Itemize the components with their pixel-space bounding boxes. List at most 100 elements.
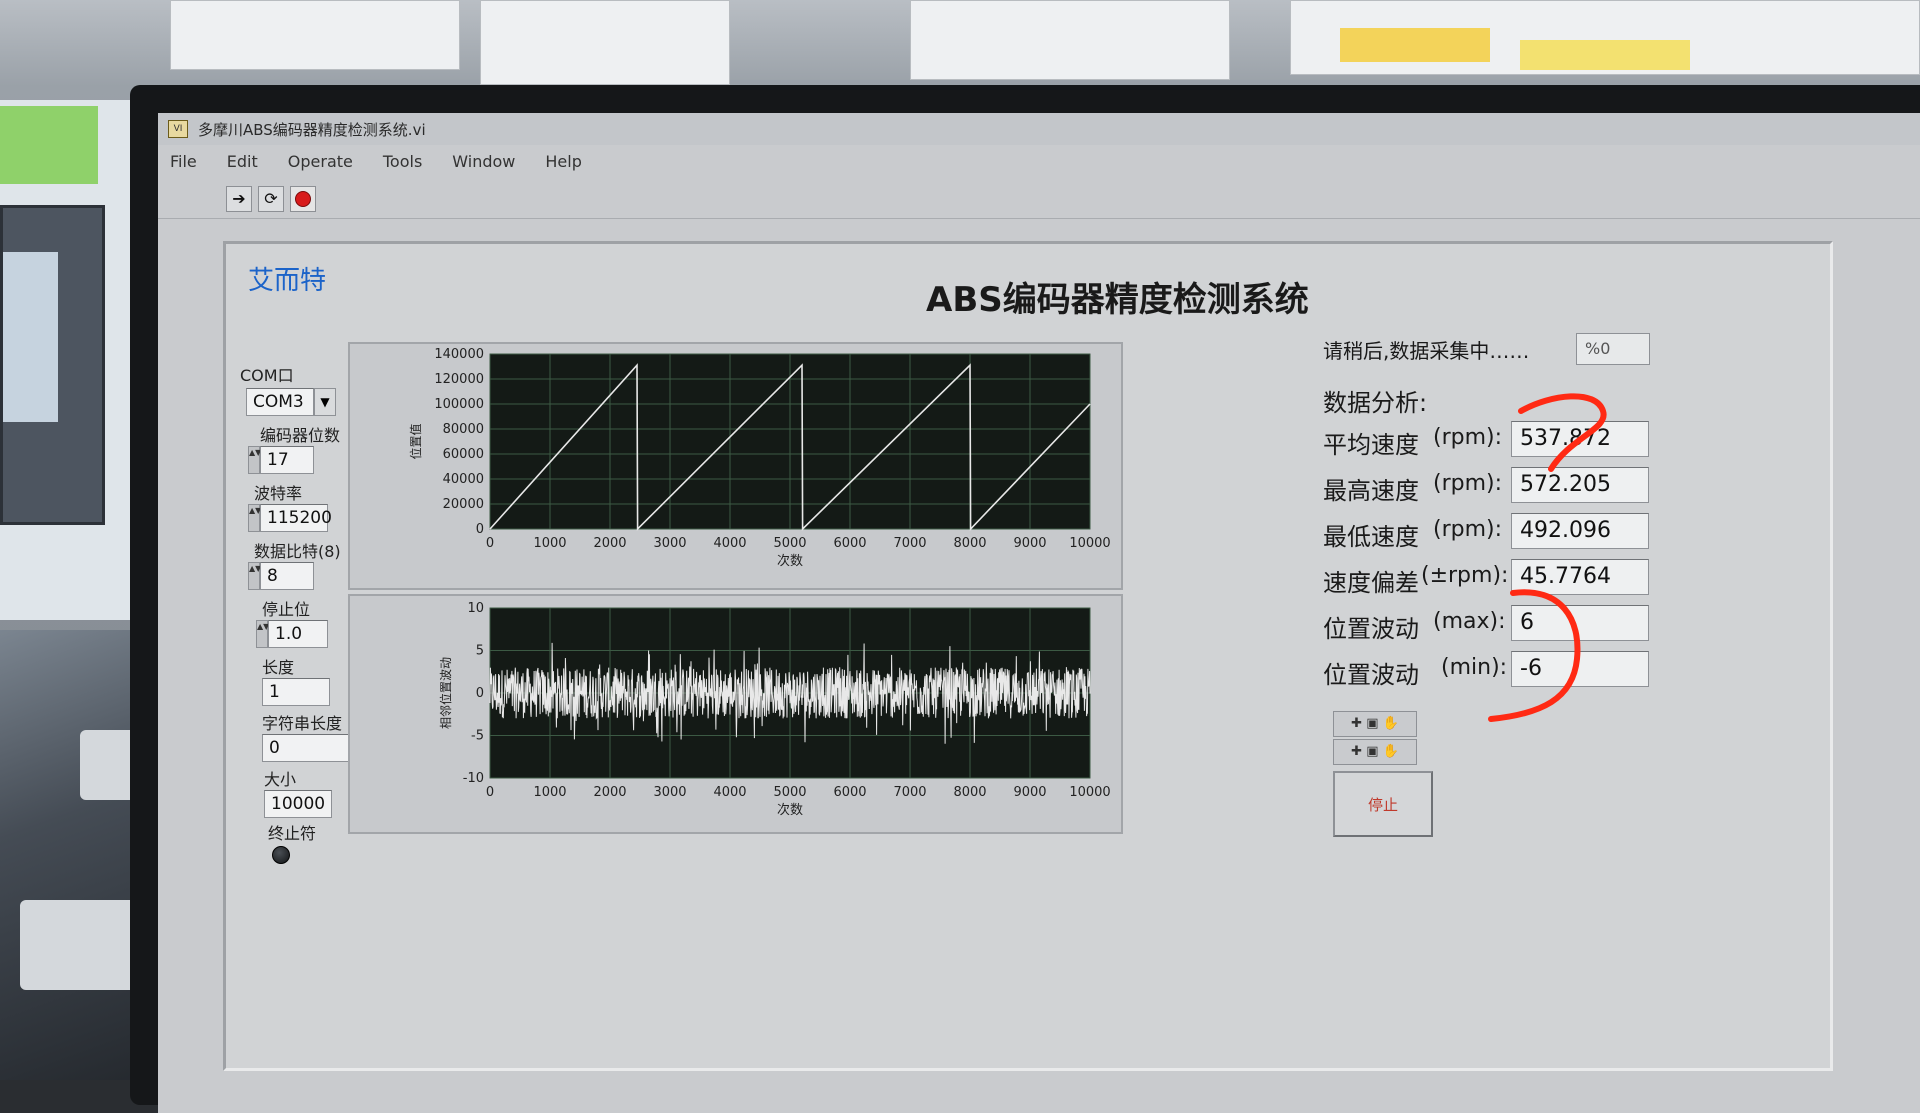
x-tick-label: 8000 (953, 536, 986, 551)
pos-max-unit: (max): (1433, 609, 1506, 634)
analysis-heading: 数据分析: (1323, 389, 1428, 417)
x-tick-label: 6000 (833, 785, 866, 800)
length-field[interactable]: 1 (262, 678, 330, 706)
y-tick-label: 0 (476, 522, 484, 537)
abort-icon[interactable] (290, 185, 316, 212)
labview-window: VI 多摩川ABS编码器精度检测系统.vi File Edit Operate … (158, 113, 1920, 1113)
wall-paper-sheet (910, 0, 1230, 80)
sticky-note (1340, 28, 1490, 62)
max-speed-unit: (rpm): (1433, 471, 1503, 496)
min-speed-value: 492.096 (1511, 513, 1649, 549)
x-tick-label: 7000 (893, 536, 926, 551)
databits-spinner[interactable]: ▲▼ (248, 562, 261, 590)
wall-paper-sheet (480, 0, 730, 85)
wall-paper-sheet (170, 0, 460, 70)
x-axis-label: 次数 (777, 553, 803, 569)
y-tick-label: -10 (463, 771, 484, 786)
y-tick-label: 60000 (443, 447, 484, 462)
run-arrow-icon[interactable]: ➔ (226, 185, 252, 212)
x-tick-label: 1000 (533, 785, 566, 800)
max-speed-label: 最高速度 (1323, 477, 1419, 505)
strlen-label: 字符串长度 (262, 714, 343, 733)
pos-max-value: 6 (1511, 605, 1649, 641)
x-tick-label: 1000 (533, 536, 566, 551)
y-tick-label: 0 (476, 686, 484, 701)
length-label: 长度 (262, 658, 295, 677)
y-tick-label: 80000 (443, 422, 484, 437)
menu-help[interactable]: Help (545, 152, 581, 171)
wall-tag (0, 106, 98, 184)
databits-field[interactable]: 8 (260, 562, 314, 590)
page-title: ABS编码器精度检测系统 (926, 280, 1309, 320)
max-speed-value: 572.205 (1511, 467, 1649, 503)
menu-operate[interactable]: Operate (288, 152, 353, 171)
y-tick-label: 120000 (434, 372, 484, 387)
pos-max-label: 位置波动 (1323, 615, 1419, 643)
x-tick-label: 4000 (713, 536, 746, 551)
toolbar: ➔ ⟳ (158, 179, 1920, 219)
x-axis-label: 次数 (777, 802, 803, 818)
x-tick-label: 0 (486, 536, 494, 551)
fluctuation-chart-svg: 0 1000 2000 3000 4000 5000 6000 7000 8000 9000 100… (438, 601, 1111, 818)
position-chart-svg: 0 1000 2000 3000 4000 5000 6000 7000 8000 9000 100… (408, 347, 1111, 569)
x-tick-label: 5000 (773, 785, 806, 800)
databits-label: 数据比特(8) (254, 542, 341, 561)
speed-dev-unit: (±rpm): (1421, 563, 1509, 588)
x-tick-label: 2000 (593, 536, 626, 551)
baud-field[interactable]: 115200 (260, 504, 332, 532)
x-tick-label: 9000 (1013, 536, 1046, 551)
avg-speed-value: 537.872 (1511, 421, 1649, 457)
size-label: 大小 (264, 770, 297, 789)
min-speed-label: 最低速度 (1323, 523, 1419, 551)
y-tick-label: -5 (471, 729, 484, 744)
avg-speed-label: 平均速度 (1323, 431, 1419, 459)
bits-field[interactable]: 17 (260, 446, 314, 474)
com-label: COM口 (240, 366, 294, 385)
terminator-led[interactable] (272, 846, 290, 864)
menu-bar: File Edit Operate Tools Window Help (158, 147, 1920, 175)
window-title: 多摩川ABS编码器精度检测系统.vi (198, 120, 426, 139)
x-tick-label: 10000 (1069, 785, 1110, 800)
position-chart: 0 1000 2000 3000 4000 5000 6000 7000 8000 9000 100… (348, 342, 1123, 590)
window-titlebar: VI 多摩川ABS编码器精度检测系统.vi (158, 113, 1920, 145)
min-speed-unit: (rpm): (1433, 517, 1503, 542)
stopbits-spinner[interactable]: ▲▼ (256, 620, 269, 648)
y-tick-label: 140000 (434, 347, 484, 362)
baud-spinner[interactable]: ▲▼ (248, 504, 261, 532)
x-tick-label: 0 (486, 785, 494, 800)
analysis-panel: 请稍后,数据采集中…… %0 数据分析: 平均速度 (rpm): 537.872… (1311, 329, 1731, 969)
pos-min-label: 位置波动 (1323, 661, 1419, 689)
stop-button[interactable]: 停止 (1333, 771, 1433, 837)
status-text: 请稍后,数据采集中…… (1323, 339, 1530, 363)
y-axis-label: 位置值 (408, 423, 423, 459)
pos-min-value: -6 (1511, 651, 1649, 687)
size-field[interactable]: 10000 (264, 790, 332, 818)
y-tick-label: 100000 (434, 397, 484, 412)
x-tick-label: 8000 (953, 785, 986, 800)
menu-window[interactable]: Window (452, 152, 515, 171)
graph-tools-palette[interactable]: ✚ ▣ ✋ (1333, 711, 1417, 737)
x-tick-label: 4000 (713, 785, 746, 800)
progress-percent: %0 (1576, 333, 1650, 365)
x-tick-label: 3000 (653, 536, 686, 551)
y-tick-label: 40000 (443, 472, 484, 487)
strlen-field[interactable]: 0 (262, 734, 354, 762)
stopbits-field[interactable]: 1.0 (268, 620, 328, 648)
sticky-note (1520, 40, 1690, 70)
x-tick-label: 2000 (593, 785, 626, 800)
x-tick-label: 10000 (1069, 536, 1110, 551)
menu-file[interactable]: File (170, 152, 197, 171)
speed-dev-label: 速度偏差 (1323, 569, 1419, 597)
baud-label: 波特率 (254, 484, 303, 503)
com-select[interactable]: COM3 (246, 388, 314, 416)
chevron-down-icon[interactable]: ▼ (314, 388, 336, 416)
bits-spinner[interactable]: ▲▼ (248, 446, 261, 474)
menu-tools[interactable]: Tools (383, 152, 422, 171)
terminator-label: 终止符 (268, 824, 317, 843)
graph-tools-palette[interactable]: ✚ ▣ ✋ (1333, 739, 1417, 765)
menu-edit[interactable]: Edit (227, 152, 258, 171)
x-tick-label: 7000 (893, 785, 926, 800)
x-tick-label: 3000 (653, 785, 686, 800)
x-tick-label: 5000 (773, 536, 806, 551)
run-continuous-icon[interactable]: ⟳ (258, 185, 284, 212)
